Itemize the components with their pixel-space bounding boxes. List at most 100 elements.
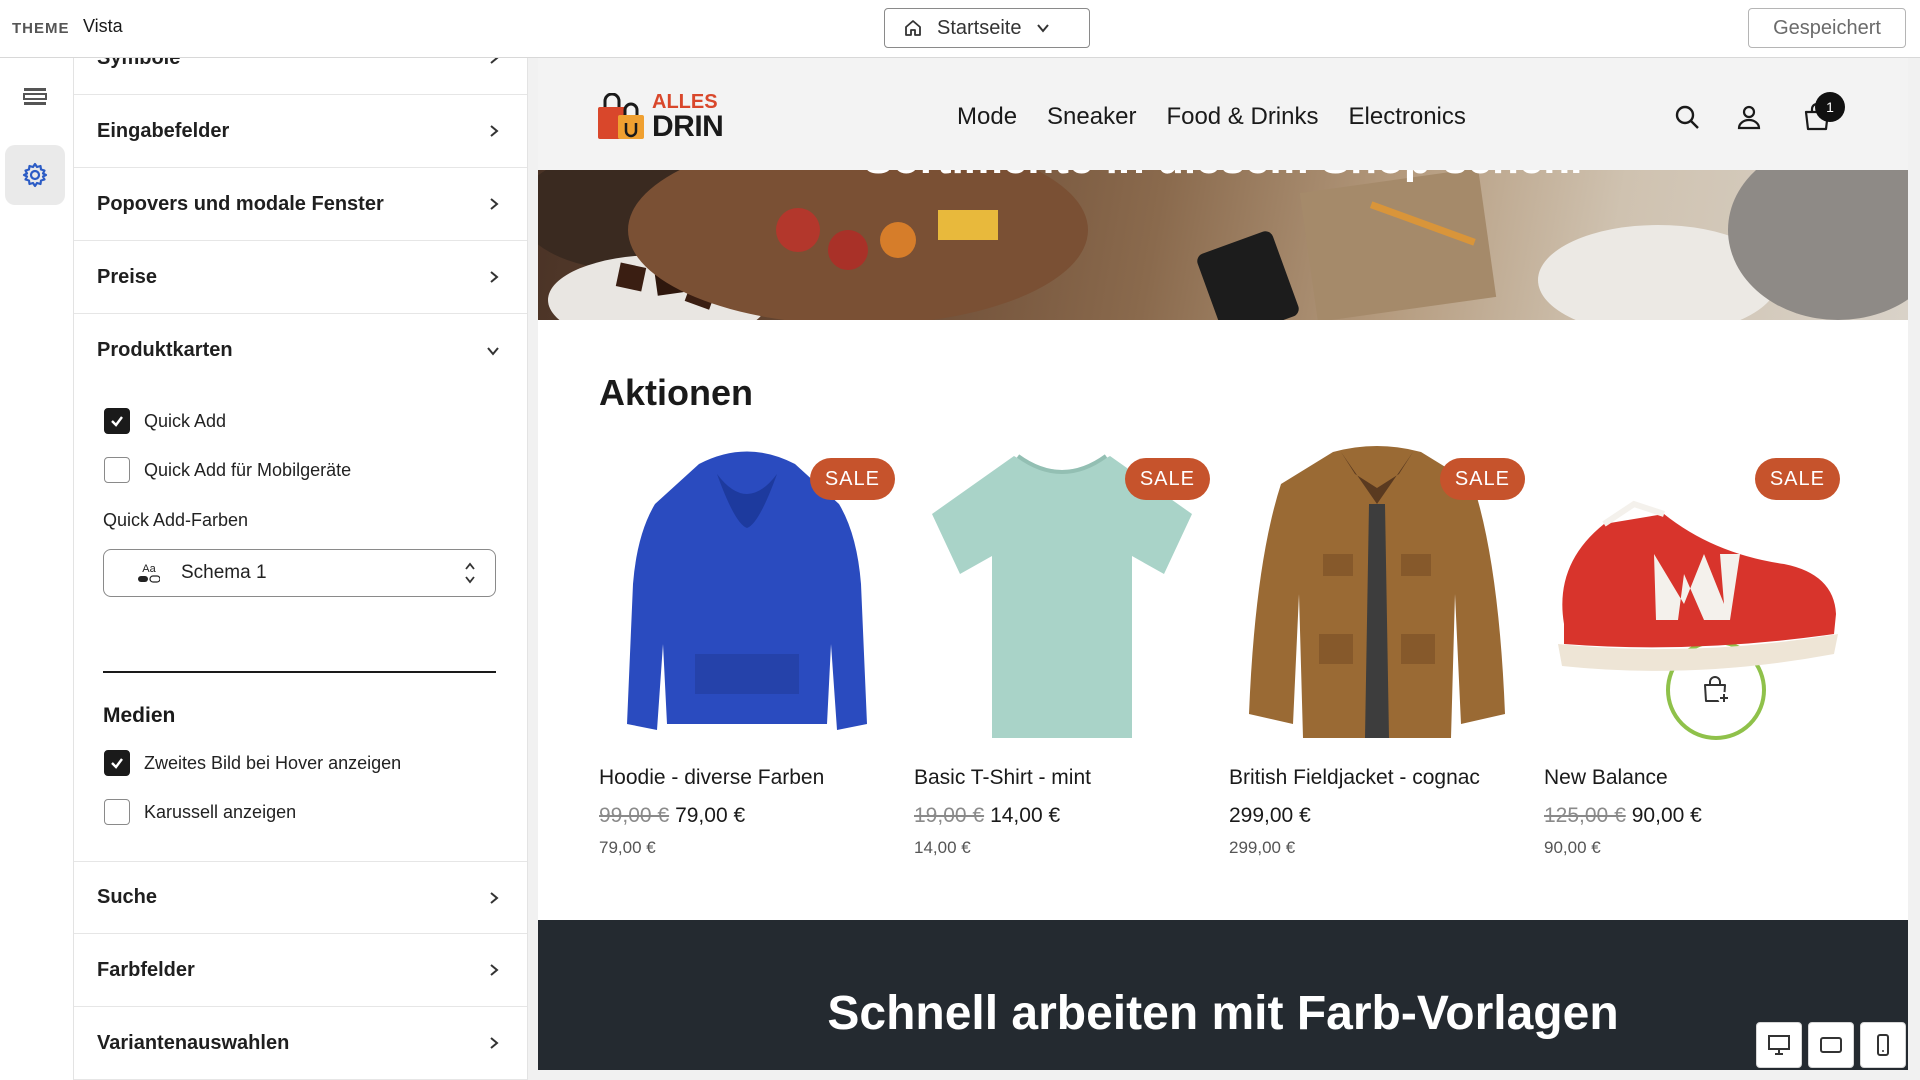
mobile-icon xyxy=(1877,1034,1889,1056)
current-price: 90,00 € xyxy=(1631,804,1702,827)
tablet-preview-button[interactable] xyxy=(1808,1022,1854,1068)
section-popovers[interactable]: Popovers und modale Fenster xyxy=(74,168,527,241)
theme-label: THEME xyxy=(12,20,70,37)
shop-logo[interactable]: ALLES DRIN xyxy=(596,91,724,143)
old-price: 99,00 € xyxy=(599,804,670,827)
device-preview-toggle xyxy=(1756,1022,1906,1068)
store-preview: ALLES DRIN Mode Sneaker Food & Drinks El… xyxy=(538,58,1908,1070)
quick-add-mobile-label: Quick Add für Mobilgeräte xyxy=(144,459,352,480)
hover-image-checkbox[interactable] xyxy=(104,750,130,776)
product-name[interactable]: New Balance xyxy=(1544,766,1668,790)
product-name[interactable]: Hoodie - diverse Farben xyxy=(599,766,824,790)
hover-image-label: Zweites Bild bei Hover anzeigen xyxy=(144,752,402,773)
hero-heading: Sortimente in diesem Shop sehen. xyxy=(538,170,1908,184)
section-eingabefelder[interactable]: Eingabefelder xyxy=(74,95,527,168)
section-title: Preise xyxy=(97,265,158,288)
current-price: 14,00 € xyxy=(990,804,1061,827)
quick-add-label: Quick Add xyxy=(144,410,227,431)
shopping-bags-logo-icon xyxy=(598,93,644,139)
rail-sections-button[interactable] xyxy=(5,66,65,126)
home-icon xyxy=(905,20,921,36)
icon-rail xyxy=(0,58,74,1080)
desktop-preview-button[interactable] xyxy=(1756,1022,1802,1068)
section-title: Popovers und modale Fenster xyxy=(97,192,384,215)
carousel-checkbox[interactable] xyxy=(104,799,130,825)
section-title: Suche xyxy=(97,886,158,908)
section-farbfelder[interactable]: Farbfelder xyxy=(74,934,527,1007)
chevron-right-icon xyxy=(490,1037,499,1049)
unit-price: 79,00 € xyxy=(599,838,656,857)
current-price: 79,00 € xyxy=(675,804,746,827)
old-price: 19,00 € xyxy=(914,804,985,827)
saved-button[interactable]: Gespeichert xyxy=(1748,8,1906,48)
chevron-right-icon xyxy=(490,125,499,137)
logo-text-top: ALLES xyxy=(652,91,718,113)
sale-badge: SALE xyxy=(1754,458,1840,500)
desktop-icon xyxy=(1768,1035,1790,1055)
media-subtitle: Medien xyxy=(103,704,176,727)
divider xyxy=(103,671,496,673)
mobile-preview-button[interactable] xyxy=(1860,1022,1906,1068)
section-produktkarten[interactable]: Produktkarten xyxy=(74,314,527,387)
nav-item-electronics[interactable]: Electronics xyxy=(1349,103,1466,131)
editor-topbar: THEME Vista Startseite Gespeichert xyxy=(0,0,1920,58)
section-symbole[interactable]: Symbole xyxy=(74,58,527,95)
main-nav: Mode Sneaker Food & Drinks Electronics xyxy=(957,103,1466,131)
select-arrows-icon xyxy=(465,562,475,584)
product-price: 99,00 €79,00 € xyxy=(599,804,745,828)
carousel-checkbox-row[interactable]: Karussell anzeigen xyxy=(104,799,296,825)
section-preise[interactable]: Preise xyxy=(74,241,527,314)
hover-image-checkbox-row[interactable]: Zweites Bild bei Hover anzeigen xyxy=(104,750,401,776)
current-price: 299,00 € xyxy=(1229,804,1311,827)
quick-add-mobile-checkbox-row[interactable]: Quick Add für Mobilgeräte xyxy=(104,457,351,483)
section-suche[interactable]: Suche xyxy=(74,861,527,934)
section-heading: Aktionen xyxy=(599,372,754,413)
nav-item-mode[interactable]: Mode xyxy=(957,103,1017,131)
page-selector[interactable]: Startseite xyxy=(884,8,1090,48)
product-price: 299,00 € xyxy=(1229,804,1311,828)
product-price: 125,00 €90,00 € xyxy=(1544,804,1702,828)
product-name[interactable]: British Fieldjacket - cognac xyxy=(1229,766,1480,790)
chevron-right-icon xyxy=(490,198,499,210)
section-title: Farbfelder xyxy=(97,958,195,981)
sale-badge: SALE xyxy=(809,458,895,500)
color-scheme-icon: Aa xyxy=(137,563,161,583)
product-name[interactable]: Basic T-Shirt - mint xyxy=(914,766,1091,790)
section-title: Produktkarten xyxy=(97,339,233,361)
chevron-right-icon xyxy=(490,891,499,904)
chevron-right-icon xyxy=(490,271,499,283)
theme-name: Vista xyxy=(83,16,123,36)
check-icon xyxy=(111,758,123,769)
search-icon[interactable] xyxy=(1674,104,1700,130)
logo-text-bottom: DRIN xyxy=(652,110,724,143)
settings-panel: Symbole Eingabefelder Popovers und modal… xyxy=(74,58,528,1080)
account-icon[interactable] xyxy=(1736,104,1762,130)
section-variantenauswahlen[interactable]: Variantenauswahlen xyxy=(74,1007,527,1080)
nav-item-sneaker[interactable]: Sneaker xyxy=(1047,103,1136,131)
color-scheme-select[interactable]: Aa Schema 1 xyxy=(103,549,496,597)
chevron-down-icon xyxy=(487,346,499,356)
hero-image xyxy=(538,170,1908,320)
unit-price: 299,00 € xyxy=(1229,838,1296,857)
hero-banner: Sortimente in diesem Shop sehen. xyxy=(538,170,1908,320)
section-title: Symbole xyxy=(97,58,180,70)
promo-heading: Schnell arbeiten mit Farb-Vorlagen xyxy=(827,987,1619,1040)
unit-price: 90,00 € xyxy=(1544,838,1601,857)
rail-settings-button[interactable] xyxy=(5,145,65,205)
product-price: 19,00 €14,00 € xyxy=(914,804,1060,828)
quick-add-mobile-checkbox[interactable] xyxy=(104,457,130,483)
chevron-down-icon xyxy=(1037,24,1050,33)
quick-add-checkbox-row[interactable]: Quick Add xyxy=(104,408,226,434)
quick-add-checkbox[interactable] xyxy=(104,408,130,434)
chevron-right-icon xyxy=(490,964,499,976)
page-selector-label: Startseite xyxy=(937,16,1022,39)
section-title: Eingabefelder xyxy=(97,119,230,142)
old-price: 125,00 € xyxy=(1544,804,1626,827)
carousel-label: Karussell anzeigen xyxy=(144,801,297,822)
section-title: Variantenauswahlen xyxy=(97,1031,290,1054)
shop-header: ALLES DRIN Mode Sneaker Food & Drinks El… xyxy=(538,58,1908,170)
check-icon xyxy=(111,416,123,427)
color-scheme-value: Schema 1 xyxy=(181,562,267,583)
nav-item-food-drinks[interactable]: Food & Drinks xyxy=(1166,103,1318,131)
sale-badge: SALE xyxy=(1124,458,1210,500)
